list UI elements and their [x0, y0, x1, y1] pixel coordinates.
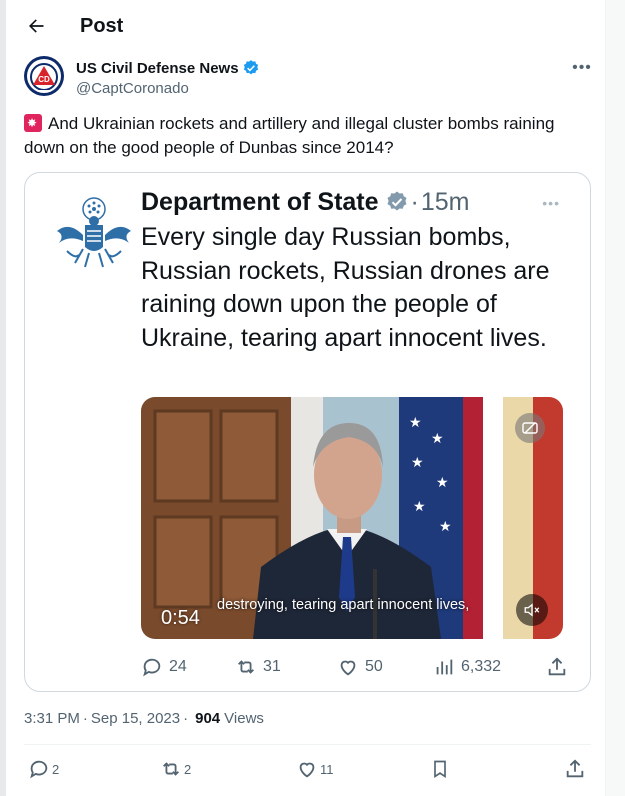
- avatar[interactable]: CD: [24, 56, 64, 96]
- share-button[interactable]: [564, 756, 586, 782]
- bookmark-icon: [434, 760, 446, 779]
- quoted-text: Every single day Russian bombs, Russian …: [141, 223, 550, 352]
- author-handle[interactable]: @CaptCoronado: [76, 80, 260, 97]
- quoted-views-stat: 6,332: [433, 653, 501, 681]
- page-header: Post: [6, 0, 605, 52]
- civil-defense-logo: CD: [27, 59, 61, 93]
- post-date[interactable]: Sep 15, 2023: [91, 710, 180, 727]
- avatar-text: CD: [38, 75, 50, 84]
- reply-icon: [143, 658, 161, 677]
- post-meta: 3:31 PM · Sep 15, 2023 · 904 Views: [24, 708, 264, 728]
- quoted-views-count: 6,332: [461, 658, 502, 675]
- quoted-repost-stat: 31: [235, 653, 281, 681]
- more-dots-icon: •••: [572, 59, 592, 76]
- reply-button[interactable]: 2: [28, 756, 59, 782]
- share-icon: [548, 657, 566, 676]
- back-button[interactable]: [16, 6, 56, 46]
- post-author: CD US Civil Defense News @CaptCoronado •…: [24, 56, 594, 104]
- heart-icon: [299, 762, 315, 778]
- svg-text:★: ★: [436, 475, 449, 491]
- captions-button[interactable]: [515, 413, 545, 443]
- quoted-more-icon: •••: [542, 195, 560, 211]
- grey-verified-badge-icon: [387, 191, 407, 211]
- quoted-reply-count: 24: [169, 658, 187, 675]
- share-icon: [566, 759, 584, 778]
- post-action-bar: 2 2 11: [24, 756, 591, 782]
- more-options-button[interactable]: •••: [570, 56, 594, 80]
- separator-dot: ·: [82, 709, 88, 727]
- civil-defense-triangle-icon: CD: [30, 63, 58, 90]
- left-column-edge: [0, 0, 6, 796]
- separator-dot: ·: [183, 709, 189, 727]
- quoted-repost-count: 31: [263, 658, 281, 675]
- mute-button[interactable]: [516, 594, 548, 626]
- divider: [24, 744, 591, 745]
- arrow-left-icon: [29, 19, 44, 33]
- svg-text:★: ★: [439, 519, 452, 535]
- svg-text:★: ★: [411, 455, 424, 471]
- right-sidebar-edge: [606, 0, 625, 796]
- separator-dot: ·: [410, 187, 419, 216]
- quoted-like-stat: 50: [337, 653, 383, 681]
- attached-image[interactable]: Department of State · 15m ••• Every sing…: [24, 172, 591, 692]
- repost-count: 2: [184, 761, 192, 777]
- page-title: Post: [80, 14, 124, 37]
- post-text-body: And Ukrainian rockets and artillery and …: [24, 114, 555, 157]
- bookmark-button[interactable]: [430, 756, 450, 782]
- post-time[interactable]: 3:31 PM: [24, 710, 80, 727]
- quoted-stats-bar: 24 31 50 6,332: [141, 653, 571, 681]
- reply-icon: [30, 760, 48, 779]
- state-department-seal-icon: [57, 197, 131, 268]
- like-button[interactable]: 11: [296, 756, 334, 782]
- author-display-name[interactable]: US Civil Defense News: [76, 60, 239, 77]
- heart-icon: [340, 660, 356, 676]
- video-timer: 0:54: [161, 607, 200, 629]
- quoted-like-count: 50: [365, 658, 383, 675]
- speaker-muted-icon: [524, 603, 540, 617]
- video-caption: destroying, tearing apart innocent lives…: [217, 597, 470, 613]
- captions-off-icon: [522, 422, 538, 434]
- svg-text:★: ★: [413, 499, 426, 515]
- views-count: 904: [195, 709, 221, 727]
- post-text: And Ukrainian rockets and artillery and …: [24, 112, 584, 160]
- reply-count: 2: [52, 761, 60, 777]
- svg-text:★: ★: [431, 431, 444, 447]
- quoted-reply-stat: 24: [141, 653, 187, 681]
- repost-button[interactable]: 2: [160, 756, 191, 782]
- repost-icon: [163, 762, 179, 776]
- like-count: 11: [320, 761, 334, 777]
- quoted-share-stat: [546, 653, 568, 681]
- svg-text:★: ★: [409, 415, 422, 431]
- quoted-account-name: Department of State: [141, 187, 379, 216]
- verified-badge-icon[interactable]: [242, 59, 260, 77]
- repost-icon: [238, 660, 254, 674]
- views-chart-icon: [436, 659, 453, 675]
- views-label: Views: [224, 709, 264, 727]
- quoted-time: 15m: [420, 187, 470, 216]
- siren-emoji-icon: [24, 114, 42, 132]
- video-player[interactable]: ★ ★ ★ ★ ★ ★ destroying, tearing apart in…: [141, 397, 563, 639]
